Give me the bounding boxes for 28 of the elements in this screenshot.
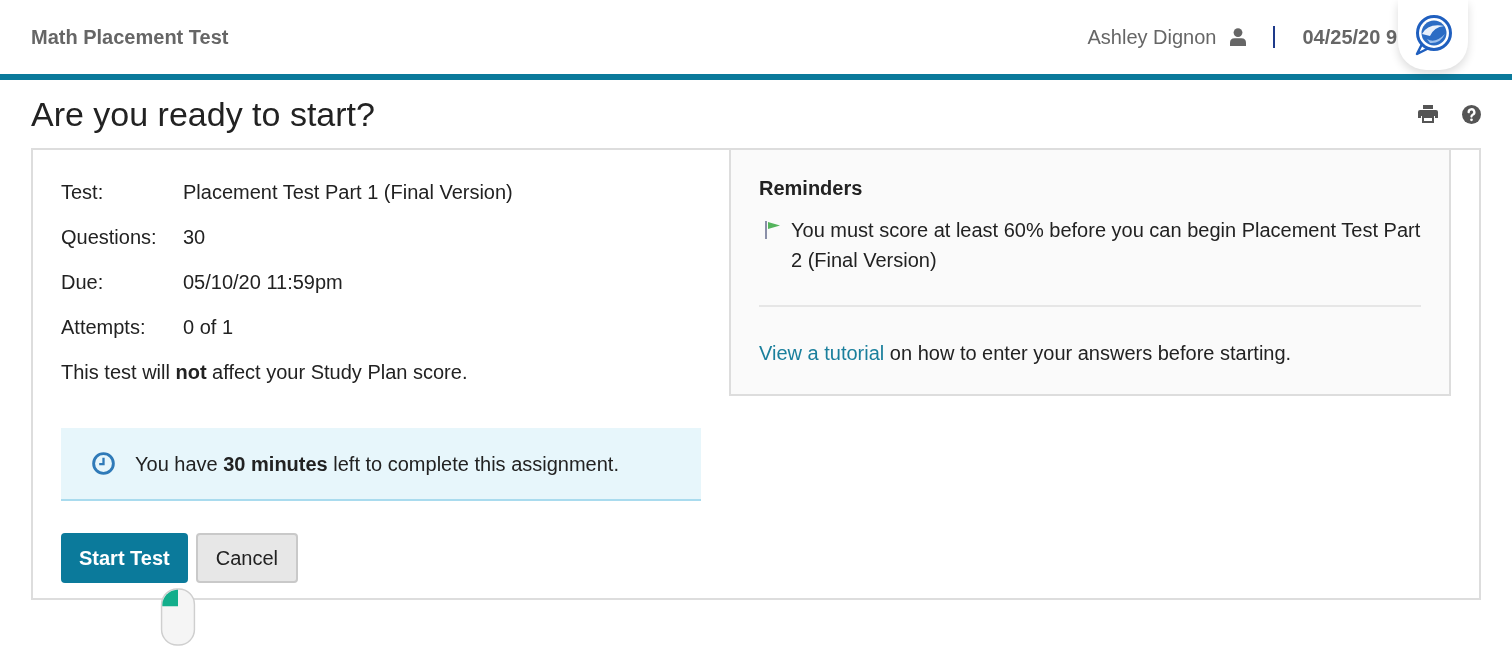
clock-icon [92, 452, 115, 475]
detail-value: 0 of 1 [183, 315, 234, 340]
reminder-text: You must score at least 60% before you can begin Placement Test Part 2 (Final Version) [791, 218, 1421, 273]
mouse-icon [160, 588, 196, 646]
chat-bubble-icon [1413, 14, 1453, 56]
print-icon[interactable] [1418, 105, 1438, 123]
time-remaining-text: You have 30 minutes left to complete this assignment. [135, 451, 619, 477]
detail-label: Test: [61, 180, 104, 205]
detail-label: Attempts: [61, 315, 146, 340]
detail-value: 30 [183, 225, 206, 250]
score-note: This test will not affect your Study Plan score. [61, 360, 468, 385]
reminders-title: Reminders [759, 176, 863, 201]
user-name: Ashley Dignon [1087, 25, 1217, 49]
detail-label: Due: [61, 270, 104, 295]
chat-widget-button[interactable] [1398, 0, 1468, 70]
detail-value: 05/10/20 11:59pm [183, 270, 343, 295]
app-title: Math Placement Test [31, 25, 229, 49]
tutorial-text: View a tutorial on how to enter your answers before starting. [759, 341, 1292, 366]
tutorial-link[interactable]: View a tutorial [759, 342, 885, 364]
detail-value: Placement Test Part 1 (Final Version) [183, 180, 513, 205]
date-time: 04/25/20 9 [1302, 25, 1397, 49]
page-heading: Are you ready to start? [31, 94, 375, 134]
flag-icon [765, 221, 781, 239]
cancel-button[interactable]: Cancel [195, 533, 299, 583]
user-icon [1230, 28, 1247, 46]
start-test-button[interactable]: Start Test [61, 533, 188, 583]
detail-label: Questions: [61, 225, 157, 250]
help-icon[interactable] [1462, 104, 1481, 124]
